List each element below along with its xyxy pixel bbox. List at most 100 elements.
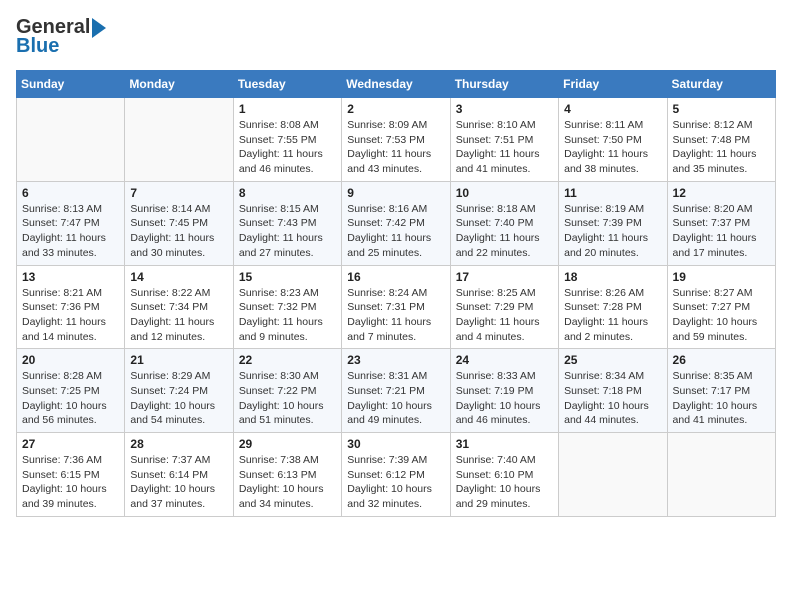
day-info: Sunrise: 8:12 AMSunset: 7:48 PMDaylight:… xyxy=(673,118,770,177)
day-number: 24 xyxy=(456,353,553,367)
calendar-cell: 31 Sunrise: 7:40 AMSunset: 6:10 PMDayligh… xyxy=(450,433,558,517)
calendar-cell: 26 Sunrise: 8:35 AMSunset: 7:17 PMDayligh… xyxy=(667,349,775,433)
logo: General Blue xyxy=(16,16,106,58)
day-info: Sunrise: 8:16 AMSunset: 7:42 PMDaylight:… xyxy=(347,202,444,261)
day-info: Sunrise: 8:22 AMSunset: 7:34 PMDaylight:… xyxy=(130,286,227,345)
day-info: Sunrise: 7:36 AMSunset: 6:15 PMDaylight:… xyxy=(22,453,119,512)
calendar-cell xyxy=(17,98,125,182)
day-info: Sunrise: 8:33 AMSunset: 7:19 PMDaylight:… xyxy=(456,369,553,428)
calendar-week-row: 13Sunrise: 8:21 AMSunset: 7:36 PMDayligh… xyxy=(17,265,776,349)
day-number: 10 xyxy=(456,186,553,200)
calendar-cell: 7 Sunrise: 8:14 AMSunset: 7:45 PMDaylight… xyxy=(125,181,233,265)
day-number: 15 xyxy=(239,270,336,284)
calendar-day-header: Tuesday xyxy=(233,71,341,98)
day-info: Sunrise: 7:40 AMSunset: 6:10 PMDaylight:… xyxy=(456,453,553,512)
calendar-cell: 30 Sunrise: 7:39 AMSunset: 6:12 PMDayligh… xyxy=(342,433,450,517)
day-number: 17 xyxy=(456,270,553,284)
day-info: Sunrise: 8:27 AMSunset: 7:27 PMDaylight:… xyxy=(673,286,770,345)
day-info: Sunrise: 8:11 AMSunset: 7:50 PMDaylight:… xyxy=(564,118,661,177)
day-number: 3 xyxy=(456,102,553,116)
calendar-cell: 16Sunrise: 8:24 AMSunset: 7:31 PMDayligh… xyxy=(342,265,450,349)
day-number: 25 xyxy=(564,353,661,367)
calendar-day-header: Monday xyxy=(125,71,233,98)
calendar-cell: 6 Sunrise: 8:13 AMSunset: 7:47 PMDaylight… xyxy=(17,181,125,265)
page-header: General Blue xyxy=(16,16,776,58)
day-number: 1 xyxy=(239,102,336,116)
calendar-cell: 28 Sunrise: 7:37 AMSunset: 6:14 PMDayligh… xyxy=(125,433,233,517)
calendar-week-row: 1 Sunrise: 8:08 AMSunset: 7:55 PMDaylight… xyxy=(17,98,776,182)
calendar-cell: 3 Sunrise: 8:10 AMSunset: 7:51 PMDaylight… xyxy=(450,98,558,182)
day-info: Sunrise: 8:30 AMSunset: 7:22 PMDaylight:… xyxy=(239,369,336,428)
calendar-cell: 29Sunrise: 7:38 AMSunset: 6:13 PMDayligh… xyxy=(233,433,341,517)
day-number: 29 xyxy=(239,437,336,451)
day-info: Sunrise: 8:13 AMSunset: 7:47 PMDaylight:… xyxy=(22,202,119,261)
day-number: 22 xyxy=(239,353,336,367)
day-info: Sunrise: 8:19 AMSunset: 7:39 PMDaylight:… xyxy=(564,202,661,261)
day-number: 12 xyxy=(673,186,770,200)
calendar-cell: 18 Sunrise: 8:26 AMSunset: 7:28 PMDayligh… xyxy=(559,265,667,349)
day-number: 18 xyxy=(564,270,661,284)
day-info: Sunrise: 8:31 AMSunset: 7:21 PMDaylight:… xyxy=(347,369,444,428)
calendar-cell: 23 Sunrise: 8:31 AMSunset: 7:21 PMDayligh… xyxy=(342,349,450,433)
day-info: Sunrise: 8:10 AMSunset: 7:51 PMDaylight:… xyxy=(456,118,553,177)
day-info: Sunrise: 8:26 AMSunset: 7:28 PMDaylight:… xyxy=(564,286,661,345)
day-number: 14 xyxy=(130,270,227,284)
calendar-cell xyxy=(125,98,233,182)
day-number: 9 xyxy=(347,186,444,200)
calendar-table: SundayMondayTuesdayWednesdayThursdayFrid… xyxy=(16,70,776,517)
calendar-cell: 22 Sunrise: 8:30 AMSunset: 7:22 PMDayligh… xyxy=(233,349,341,433)
day-number: 27 xyxy=(22,437,119,451)
calendar-cell: 2 Sunrise: 8:09 AMSunset: 7:53 PMDaylight… xyxy=(342,98,450,182)
calendar-header-row: SundayMondayTuesdayWednesdayThursdayFrid… xyxy=(17,71,776,98)
calendar-cell: 4 Sunrise: 8:11 AMSunset: 7:50 PMDaylight… xyxy=(559,98,667,182)
calendar-cell xyxy=(667,433,775,517)
logo-arrow-icon xyxy=(92,18,106,38)
calendar-week-row: 20 Sunrise: 8:28 AMSunset: 7:25 PMDayligh… xyxy=(17,349,776,433)
day-number: 23 xyxy=(347,353,444,367)
calendar-cell: 12Sunrise: 8:20 AMSunset: 7:37 PMDayligh… xyxy=(667,181,775,265)
calendar-cell: 13Sunrise: 8:21 AMSunset: 7:36 PMDayligh… xyxy=(17,265,125,349)
day-number: 6 xyxy=(22,186,119,200)
day-info: Sunrise: 8:24 AMSunset: 7:31 PMDaylight:… xyxy=(347,286,444,345)
calendar-cell: 24 Sunrise: 8:33 AMSunset: 7:19 PMDayligh… xyxy=(450,349,558,433)
logo-blue: Blue xyxy=(16,35,59,58)
day-number: 28 xyxy=(130,437,227,451)
calendar-cell: 10Sunrise: 8:18 AMSunset: 7:40 PMDayligh… xyxy=(450,181,558,265)
day-number: 21 xyxy=(130,353,227,367)
day-info: Sunrise: 7:39 AMSunset: 6:12 PMDaylight:… xyxy=(347,453,444,512)
calendar-cell: 21 Sunrise: 8:29 AMSunset: 7:24 PMDayligh… xyxy=(125,349,233,433)
day-info: Sunrise: 7:37 AMSunset: 6:14 PMDaylight:… xyxy=(130,453,227,512)
calendar-week-row: 27 Sunrise: 7:36 AMSunset: 6:15 PMDayligh… xyxy=(17,433,776,517)
calendar-day-header: Thursday xyxy=(450,71,558,98)
calendar-cell xyxy=(559,433,667,517)
day-info: Sunrise: 8:35 AMSunset: 7:17 PMDaylight:… xyxy=(673,369,770,428)
day-number: 26 xyxy=(673,353,770,367)
day-number: 20 xyxy=(22,353,119,367)
calendar-cell: 19 Sunrise: 8:27 AMSunset: 7:27 PMDayligh… xyxy=(667,265,775,349)
calendar-day-header: Wednesday xyxy=(342,71,450,98)
day-info: Sunrise: 8:09 AMSunset: 7:53 PMDaylight:… xyxy=(347,118,444,177)
day-number: 19 xyxy=(673,270,770,284)
calendar-cell: 20 Sunrise: 8:28 AMSunset: 7:25 PMDayligh… xyxy=(17,349,125,433)
calendar-cell: 25 Sunrise: 8:34 AMSunset: 7:18 PMDayligh… xyxy=(559,349,667,433)
day-info: Sunrise: 8:14 AMSunset: 7:45 PMDaylight:… xyxy=(130,202,227,261)
day-number: 31 xyxy=(456,437,553,451)
calendar-day-header: Sunday xyxy=(17,71,125,98)
day-number: 7 xyxy=(130,186,227,200)
calendar-cell: 1 Sunrise: 8:08 AMSunset: 7:55 PMDaylight… xyxy=(233,98,341,182)
day-info: Sunrise: 8:28 AMSunset: 7:25 PMDaylight:… xyxy=(22,369,119,428)
calendar-cell: 27 Sunrise: 7:36 AMSunset: 6:15 PMDayligh… xyxy=(17,433,125,517)
calendar-cell: 17 Sunrise: 8:25 AMSunset: 7:29 PMDayligh… xyxy=(450,265,558,349)
day-info: Sunrise: 8:21 AMSunset: 7:36 PMDaylight:… xyxy=(22,286,119,345)
day-number: 2 xyxy=(347,102,444,116)
day-info: Sunrise: 8:15 AMSunset: 7:43 PMDaylight:… xyxy=(239,202,336,261)
day-info: Sunrise: 8:08 AMSunset: 7:55 PMDaylight:… xyxy=(239,118,336,177)
calendar-day-header: Saturday xyxy=(667,71,775,98)
day-info: Sunrise: 8:34 AMSunset: 7:18 PMDaylight:… xyxy=(564,369,661,428)
day-number: 11 xyxy=(564,186,661,200)
day-info: Sunrise: 8:25 AMSunset: 7:29 PMDaylight:… xyxy=(456,286,553,345)
day-info: Sunrise: 8:29 AMSunset: 7:24 PMDaylight:… xyxy=(130,369,227,428)
day-number: 5 xyxy=(673,102,770,116)
day-number: 30 xyxy=(347,437,444,451)
day-number: 4 xyxy=(564,102,661,116)
